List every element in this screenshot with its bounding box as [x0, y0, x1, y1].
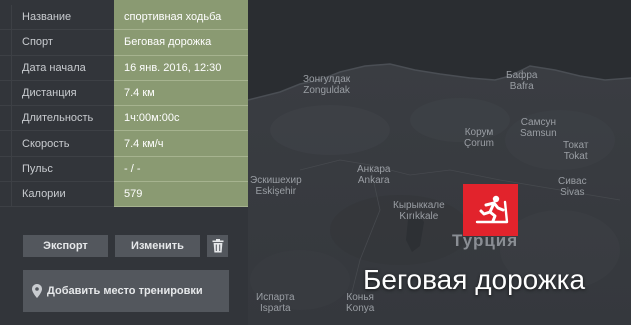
- map-pin-icon: [32, 284, 42, 298]
- sport-name-overlay: Беговая дорожка: [363, 264, 586, 295]
- stat-label: Дистанция: [0, 80, 114, 107]
- map-label-eskisehir: Эскишехир Eskişehir: [250, 175, 302, 197]
- stat-value: 1ч:00м:00с: [114, 106, 248, 132]
- stat-row-heart-rate: Пульс - / -: [0, 156, 248, 183]
- treadmill-runner-icon: [463, 184, 518, 236]
- map-label-isparta: Испарта Isparta: [256, 292, 295, 314]
- value-column-top: [114, 0, 248, 5]
- delete-button[interactable]: [207, 235, 228, 257]
- stat-row-name: Название спортивная ходьба: [0, 5, 248, 31]
- stat-label: Калории: [0, 182, 114, 208]
- stat-row-speed: Скорость 7.4 км/ч: [0, 131, 248, 158]
- map-label-ankara: Анкара Ankara: [357, 164, 391, 186]
- map-label-zonguldak: Зонгулдак Zonguldak: [303, 74, 351, 96]
- stat-value: - / -: [114, 156, 248, 183]
- stat-value: 579: [114, 182, 248, 208]
- stat-label: Длительность: [0, 106, 114, 132]
- trash-icon: [212, 239, 224, 253]
- map-label-sivas: Сивас Sivas: [558, 176, 587, 198]
- map-label-samsun: Самсун Samsun: [520, 117, 557, 139]
- stat-row-duration: Длительность 1ч:00м:00с: [0, 106, 248, 132]
- stat-row-start-date: Дата начала 16 янв. 2016, 12:30: [0, 55, 248, 82]
- stat-label: Название: [0, 5, 114, 31]
- workout-stats-table: Название спортивная ходьба Спорт Беговая…: [0, 0, 248, 208]
- edit-button[interactable]: Изменить: [115, 235, 200, 257]
- stat-label: Дата начала: [0, 55, 114, 82]
- workout-details-panel: Название спортивная ходьба Спорт Беговая…: [0, 0, 248, 325]
- stat-value: 16 янв. 2016, 12:30: [114, 55, 248, 81]
- stat-value: Беговая дорожка: [114, 30, 248, 56]
- stat-value: 7.4 км/ч: [114, 131, 248, 157]
- stat-row-calories: Калории 579: [0, 182, 248, 208]
- map-label-corum: Корум Çorum: [464, 127, 495, 149]
- map-label-turkey: Турция: [452, 231, 519, 250]
- stat-value: спортивная ходьба: [114, 5, 248, 31]
- stat-row-sport: Спорт Беговая дорожка: [0, 30, 248, 56]
- map-label-kirikkale: Кырыккале Kırıkkale: [393, 200, 445, 222]
- add-location-button[interactable]: Добавить место тренировки: [23, 270, 229, 312]
- map-label-tokat: Токат Tokat: [563, 140, 589, 162]
- stat-label: Пульс: [0, 156, 114, 183]
- map-label-bafra: Бафра Bafra: [506, 70, 538, 92]
- stat-value: 7.4 км: [114, 80, 248, 107]
- export-button[interactable]: Экспорт: [23, 235, 108, 257]
- add-location-label: Добавить место тренировки: [47, 285, 203, 297]
- stat-label: Скорость: [0, 131, 114, 158]
- stat-row-distance: Дистанция 7.4 км: [0, 80, 248, 107]
- stat-label: Спорт: [0, 30, 114, 56]
